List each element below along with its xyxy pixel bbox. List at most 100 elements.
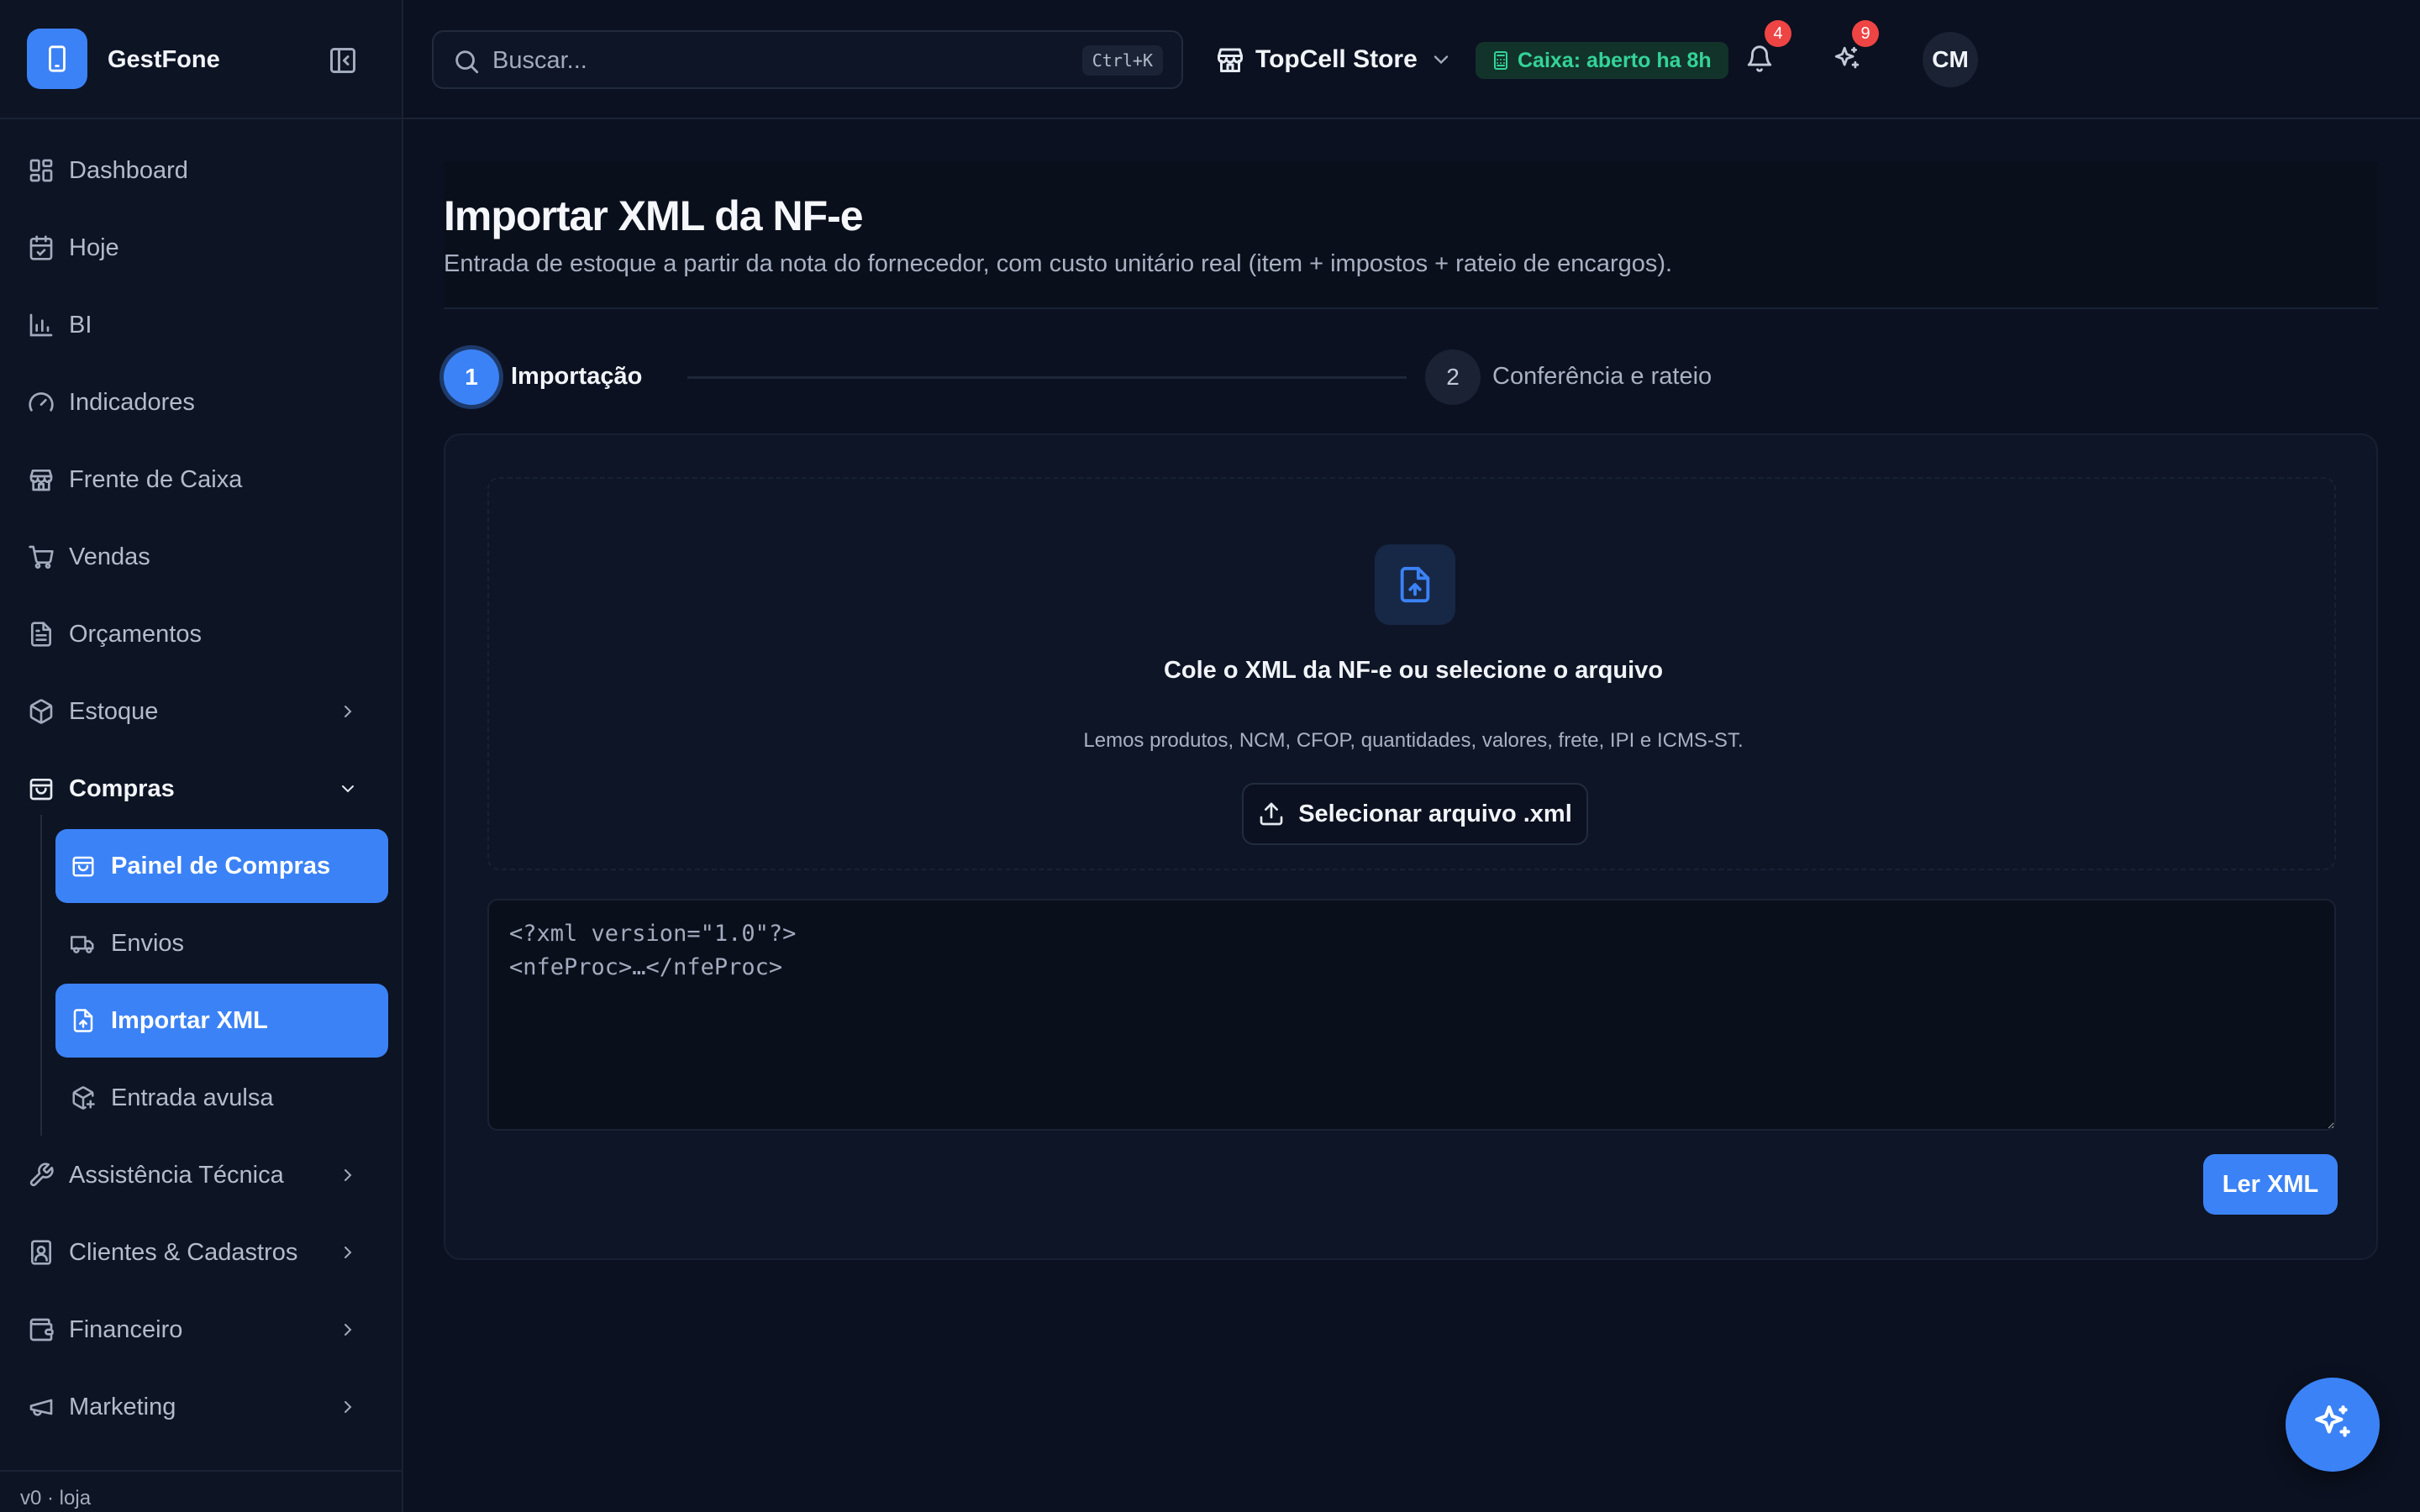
chevron-right-icon xyxy=(334,1394,361,1420)
chevron-down-icon xyxy=(1429,48,1453,71)
sidebar-subitem-label: Importar XML xyxy=(111,1006,268,1034)
chevron-right-icon xyxy=(334,1162,361,1189)
chevron-right-icon xyxy=(334,1316,361,1343)
ai-count-badge: 9 xyxy=(1852,20,1879,47)
contact-card-icon xyxy=(27,1238,55,1267)
shopping-bag-icon xyxy=(69,852,97,880)
sidebar-subitem-label: Entrada avulsa xyxy=(111,1084,274,1111)
avatar[interactable]: CM xyxy=(1923,32,1978,87)
select-xml-file-label: Selecionar arquivo .xml xyxy=(1298,800,1572,827)
brand-header: GestFone xyxy=(0,0,402,119)
sidebar-collapse-icon[interactable] xyxy=(324,42,361,79)
sidebar-item-compras[interactable]: Compras xyxy=(20,752,387,826)
sidebar-item-label: Marketing xyxy=(69,1393,176,1420)
submenu-guide-line xyxy=(40,815,42,1136)
sidebar-subitem-label: Painel de Compras xyxy=(111,852,331,879)
dropzone-title: Cole o XML da NF-e ou selecione o arquiv… xyxy=(1163,657,1664,684)
step-2-label: Conferência e rateio xyxy=(1492,363,1712,390)
sidebar-item-indicadores[interactable]: Indicadores xyxy=(20,365,387,439)
sidebar-item-bi[interactable]: BI xyxy=(20,288,387,362)
read-xml-button[interactable]: Ler XML xyxy=(2203,1154,2338,1215)
store-selector[interactable]: TopCell Store xyxy=(1215,39,1453,81)
search-box[interactable]: Ctrl+K xyxy=(432,30,1183,89)
sparkles-icon xyxy=(1833,45,1861,77)
dashboard-grid-icon xyxy=(27,156,55,185)
file-text-icon xyxy=(27,620,55,648)
stepper: 1 Importação 2 Conferência e rateio xyxy=(444,349,1788,407)
gauge-icon xyxy=(27,388,55,417)
search-icon xyxy=(452,47,481,76)
version-footer: v0 · loja xyxy=(0,1470,402,1512)
sidebar-item-marketing[interactable]: Marketing xyxy=(20,1370,387,1444)
import-card: Cole o XML da NF-e ou selecione o arquiv… xyxy=(444,433,2378,1260)
sidebar-item-dashboard[interactable]: Dashboard xyxy=(20,134,387,207)
package-plus-icon xyxy=(69,1084,97,1112)
step-1-label: Importação xyxy=(511,363,643,390)
topbar: Ctrl+K TopCell Store Caixa: aberto ha 8h… xyxy=(403,0,2420,119)
page-title: Importar XML da NF-e xyxy=(444,192,864,239)
bar-chart-icon xyxy=(27,311,55,339)
chevron-right-icon xyxy=(334,698,361,725)
sidebar-item-label: Frente de Caixa xyxy=(69,465,243,493)
wallet-icon xyxy=(27,1315,55,1344)
cash-register-status-text: Caixa: aberto ha 8h xyxy=(1518,48,1712,72)
file-upload-icon xyxy=(69,1006,97,1035)
sidebar-item-frente-de-caixa[interactable]: Frente de Caixa xyxy=(20,443,387,517)
store-icon xyxy=(1215,45,1245,75)
sidebar-item-clientes-cadastros[interactable]: Clientes & Cadastros xyxy=(20,1215,387,1289)
sidebar: GestFone Dashboard Hoje BI Indicadores F… xyxy=(0,0,403,1512)
sidebar-item-label: BI xyxy=(69,311,92,339)
sidebar-item-label: Indicadores xyxy=(69,388,195,416)
shopping-bag-icon xyxy=(27,774,55,803)
sidebar-item-estoque[interactable]: Estoque xyxy=(20,675,387,748)
sidebar-item-label: Assistência Técnica xyxy=(69,1161,284,1189)
notifications-count-badge: 4 xyxy=(1765,20,1791,47)
megaphone-icon xyxy=(27,1393,55,1421)
sidebar-item-vendas[interactable]: Vendas xyxy=(20,520,387,594)
chevron-right-icon xyxy=(334,1239,361,1266)
file-upload-icon xyxy=(1375,544,1455,625)
sidebar-item-label: Vendas xyxy=(69,543,150,570)
sidebar-item-label: Orçamentos xyxy=(69,620,202,648)
phone-logo-icon xyxy=(27,29,87,89)
page-subtitle: Entrada de estoque a partir da nota do f… xyxy=(444,250,1673,277)
sidebar-item-assistencia-tecnica[interactable]: Assistência Técnica xyxy=(20,1138,387,1212)
sparkles-icon xyxy=(2312,1402,2354,1448)
bell-icon xyxy=(1745,45,1774,77)
sidebar-subitem-envios[interactable]: Envios xyxy=(55,906,388,980)
xml-dropzone[interactable]: Cole o XML da NF-e ou selecione o arquiv… xyxy=(487,477,2336,870)
ai-assistant-fab[interactable] xyxy=(2286,1378,2380,1472)
wrench-icon xyxy=(27,1161,55,1189)
stepper-connector xyxy=(687,376,1407,379)
step-2-indicator[interactable]: 2 xyxy=(1425,349,1481,405)
sidebar-subitem-painel-de-compras[interactable]: Painel de Compras xyxy=(55,829,388,903)
calculator-icon xyxy=(1491,50,1511,71)
shortcut-hint: Ctrl+K xyxy=(1081,45,1163,76)
package-icon xyxy=(27,697,55,726)
sidebar-item-label: Clientes & Cadastros xyxy=(69,1238,298,1266)
sidebar-item-orcamentos[interactable]: Orçamentos xyxy=(20,597,387,671)
brand-name: GestFone xyxy=(108,46,220,73)
step-1-indicator[interactable]: 1 xyxy=(444,349,499,405)
chevron-down-icon xyxy=(334,775,361,802)
ai-assistant-button[interactable]: 9 xyxy=(1825,20,1879,82)
notifications-button[interactable]: 4 xyxy=(1738,20,1791,82)
cart-icon xyxy=(27,543,55,571)
select-xml-file-button[interactable]: Selecionar arquivo .xml xyxy=(1242,783,1588,845)
xml-textarea[interactable] xyxy=(487,899,2336,1131)
store-icon xyxy=(27,465,55,494)
upload-icon xyxy=(1258,801,1285,827)
cash-register-status-badge[interactable]: Caixa: aberto ha 8h xyxy=(1476,42,1728,79)
search-input[interactable] xyxy=(492,42,997,79)
sidebar-item-label: Financeiro xyxy=(69,1315,183,1343)
truck-icon xyxy=(69,929,97,958)
store-name: TopCell Store xyxy=(1255,45,1418,73)
sidebar-item-hoje[interactable]: Hoje xyxy=(20,211,387,285)
sidebar-item-label: Compras xyxy=(69,774,175,802)
dropzone-subtitle: Lemos produtos, NCM, CFOP, quantidades, … xyxy=(1083,729,1744,752)
sidebar-subitem-entrada-avulsa[interactable]: Entrada avulsa xyxy=(55,1061,388,1135)
sidebar-item-financeiro[interactable]: Financeiro xyxy=(20,1293,387,1367)
calendar-check-icon xyxy=(27,234,55,262)
sidebar-subitem-importar-xml[interactable]: Importar XML xyxy=(55,984,388,1058)
sidebar-item-label: Dashboard xyxy=(69,156,188,184)
